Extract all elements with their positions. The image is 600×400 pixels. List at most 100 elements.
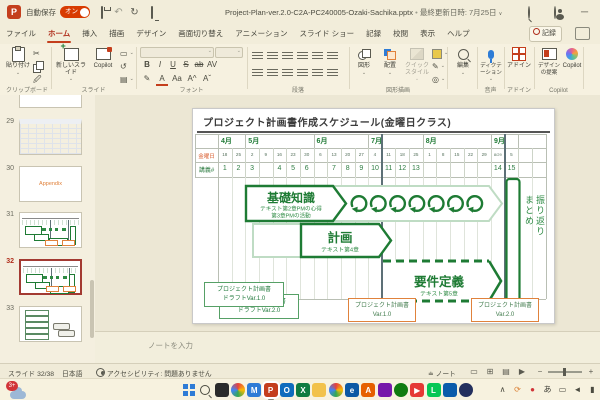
tray-expand[interactable]: ∧: [496, 384, 509, 396]
ribbon-tab-描画[interactable]: 描画: [103, 24, 130, 44]
font-name-select[interactable]: [140, 47, 214, 58]
taskbar-app-purple[interactable]: [378, 383, 392, 397]
ribbon-tab-ヘルプ[interactable]: ヘルプ: [441, 24, 476, 44]
widgets-weather-icon[interactable]: 3+: [6, 382, 32, 399]
taskbar-windows[interactable]: [182, 383, 196, 397]
cut-icon[interactable]: ✂: [33, 48, 43, 59]
slide-editor[interactable]: プロジェクト計画書作成スケジュール(金曜日クラス) 4月5月6月7月8月9月18…: [192, 108, 555, 324]
font-button-ab[interactable]: ab: [193, 59, 205, 70]
language-indicator[interactable]: 日本語: [62, 368, 82, 378]
ribbon-tab-ホーム[interactable]: ホーム: [42, 24, 76, 44]
reset-icon[interactable]: ↺: [120, 61, 134, 72]
notes-toggle-button[interactable]: ≐ ノート: [428, 368, 456, 378]
text-direction-icon[interactable]: [312, 67, 323, 76]
ribbon-tab-デザイン[interactable]: デザイン: [130, 24, 172, 44]
paste-button[interactable]: 貼り付け: [5, 46, 31, 76]
zoom-in-button[interactable]: +: [585, 366, 597, 377]
redo-icon[interactable]: ↻: [128, 6, 141, 19]
autosave-toggle[interactable]: オン: [60, 6, 90, 18]
font-button-U[interactable]: U: [167, 59, 179, 70]
shrink-icon[interactable]: [327, 67, 338, 76]
taskbar-app-orange[interactable]: A: [361, 383, 375, 397]
section-icon[interactable]: ▤: [120, 74, 134, 85]
panel-scrollbar[interactable]: [90, 280, 94, 338]
slide-thumbnail-32[interactable]: [19, 259, 82, 295]
zoom-out-button[interactable]: −: [534, 366, 546, 377]
shape-outline-icon[interactable]: ✎: [432, 61, 448, 72]
font-button2-2[interactable]: Aa: [171, 73, 183, 84]
align-center-icon[interactable]: [252, 67, 263, 76]
search-icon[interactable]: [522, 6, 535, 19]
ribbon-tab-スライド ショー[interactable]: スライド ショー: [293, 24, 360, 44]
taskbar-file-explorer[interactable]: [312, 383, 326, 397]
ribbon-tab-挿入[interactable]: 挿入: [76, 24, 103, 44]
copy-icon[interactable]: [33, 61, 43, 72]
tray-sync[interactable]: ⟳: [511, 384, 524, 396]
copilot-button[interactable]: Copilot: [562, 46, 582, 70]
document-title[interactable]: Project-Plan-ver.2.0-C2A-PC240005-Ozaki-…: [225, 7, 502, 18]
indent-decrease-icon[interactable]: [282, 50, 293, 59]
shape-effects-icon[interactable]: ◎: [432, 74, 448, 85]
notes-pane[interactable]: ノートを入力: [95, 331, 600, 364]
layout-icon[interactable]: ▭: [120, 48, 134, 59]
taskbar-app-dark[interactable]: [215, 383, 229, 397]
zoom-slider-knob[interactable]: [563, 368, 566, 376]
indent-increase-icon[interactable]: [297, 50, 308, 59]
taskbar-xbox[interactable]: [394, 383, 408, 397]
align-right-icon[interactable]: [267, 67, 278, 76]
tray-pen[interactable]: ▮: [586, 384, 599, 396]
font-size-select[interactable]: [215, 47, 243, 58]
slide-thumbnail-33[interactable]: [19, 306, 82, 342]
editing-button[interactable]: 編集: [451, 46, 475, 76]
ribbon-tab-アニメーション[interactable]: アニメーション: [229, 24, 293, 44]
taskbar-mail[interactable]: M: [247, 383, 261, 397]
quick-styles-button[interactable]: クイック スタイル: [404, 46, 430, 83]
font-button-I[interactable]: I: [154, 59, 166, 70]
taskbar-browser-colorful[interactable]: [231, 383, 245, 397]
taskbar-youtube[interactable]: ▶: [410, 383, 424, 397]
slide-title[interactable]: プロジェクト計画書作成スケジュール(金曜日クラス): [203, 114, 451, 129]
slide-thumbnail-30[interactable]: Appendix: [19, 166, 82, 202]
align-left-icon[interactable]: [327, 50, 338, 59]
format-painter-icon[interactable]: 🖉: [33, 74, 43, 85]
ime-mode[interactable]: あ: [541, 384, 554, 396]
addins-button[interactable]: アドイン: [507, 46, 531, 70]
slide-thumbnail-partial[interactable]: [19, 95, 82, 108]
accessibility-status[interactable]: アクセシビリティ: 問題ありません: [96, 368, 212, 378]
new-slide-button[interactable]: 新しいスライド: [55, 46, 87, 83]
font-button2-3[interactable]: A^: [186, 73, 198, 84]
font-button-B[interactable]: B: [141, 59, 153, 70]
normal-view-icon[interactable]: ▭: [468, 366, 480, 377]
comments-icon[interactable]: [575, 27, 590, 40]
ribbon-tab-記録[interactable]: 記録: [360, 24, 387, 44]
tray-alert[interactable]: ●: [526, 384, 539, 396]
taskbar-edge[interactable]: e: [345, 383, 359, 397]
numbering-icon[interactable]: [267, 50, 278, 59]
tray-volume[interactable]: ◄: [571, 384, 584, 396]
font-button-AV[interactable]: AV: [206, 59, 218, 70]
present-icon[interactable]: [145, 6, 158, 19]
account-icon[interactable]: [548, 6, 561, 19]
slideshow-icon[interactable]: ▶: [516, 366, 528, 377]
deliverable-var1[interactable]: プロジェクト計画書Var.1.0: [348, 298, 416, 322]
designer-button[interactable]: デザインの提案: [537, 46, 561, 76]
shape-fill-icon[interactable]: [432, 48, 448, 59]
reading-view-icon[interactable]: ▤: [500, 366, 512, 377]
taskbar-excel[interactable]: X: [296, 383, 310, 397]
taskbar-search[interactable]: [198, 383, 212, 397]
record-button[interactable]: 記録: [529, 26, 562, 42]
taskbar-chrome[interactable]: [329, 383, 343, 397]
ribbon-tab-画面切り替え[interactable]: 画面切り替え: [172, 24, 229, 44]
taskbar-phone-link[interactable]: [443, 383, 457, 397]
taskbar-powerpoint[interactable]: P: [264, 383, 278, 397]
taskbar-line[interactable]: L: [427, 383, 441, 397]
taskbar-outlook[interactable]: O: [280, 383, 294, 397]
tray-display[interactable]: ▭: [556, 384, 569, 396]
deliverable-draft1[interactable]: プロジェクト計画書ドラフトVar.1.0: [204, 282, 284, 307]
ribbon-tab-表示[interactable]: 表示: [414, 24, 441, 44]
slide-thumbnail-29[interactable]: [19, 119, 82, 155]
bullets-icon[interactable]: [252, 50, 263, 59]
arrange-button[interactable]: 配置: [378, 46, 402, 76]
shapes-button[interactable]: 図形: [352, 46, 376, 76]
line-spacing-icon[interactable]: [312, 50, 323, 59]
